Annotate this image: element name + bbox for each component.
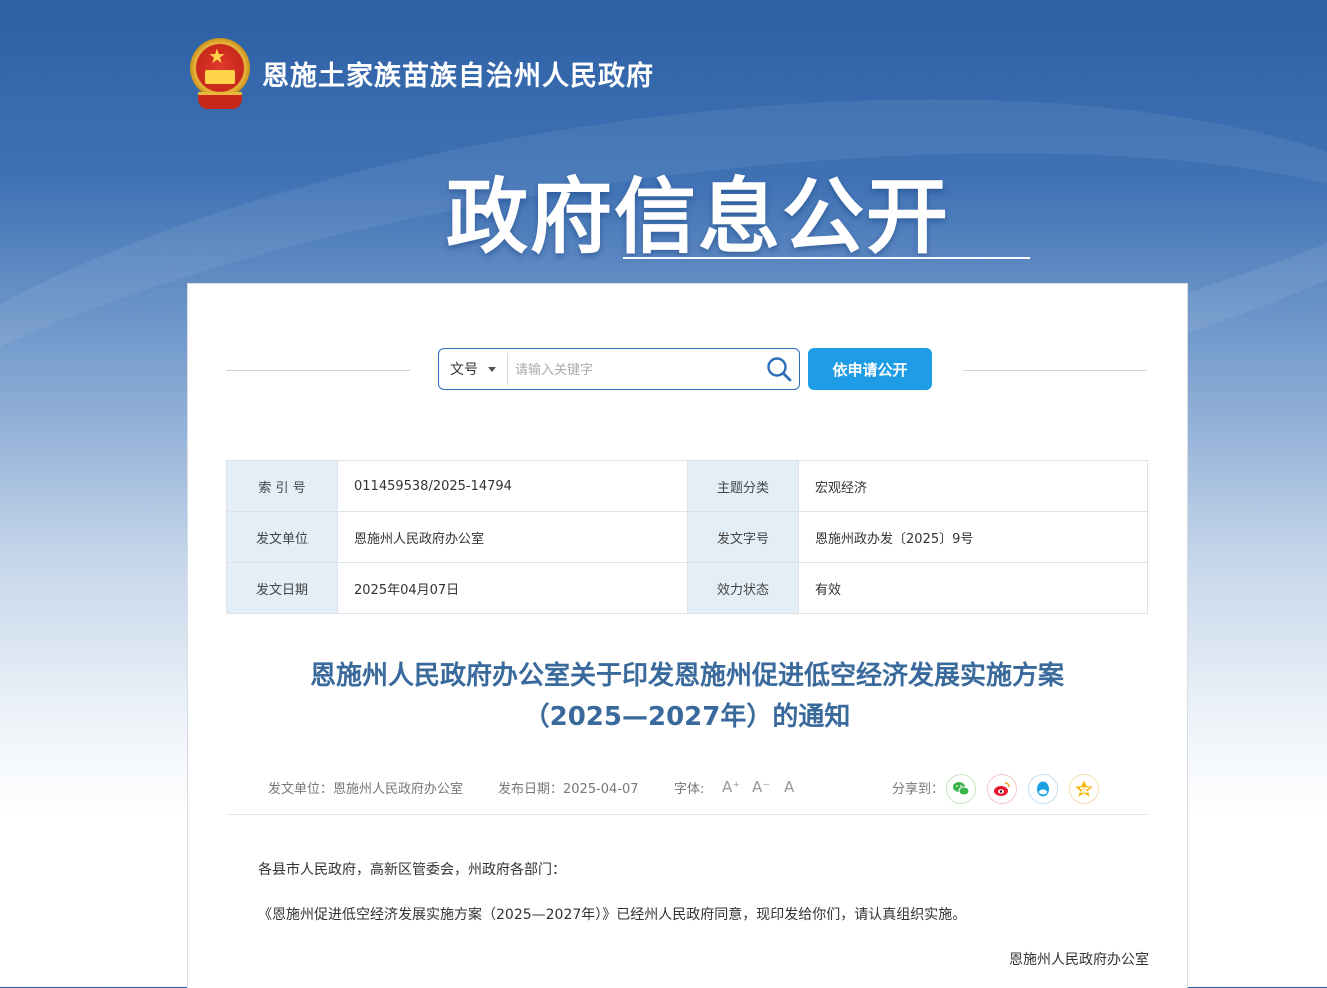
divider	[226, 370, 410, 371]
table-row: 索 引 号 011459538/2025-14794 主题分类 宏观经济	[226, 460, 1148, 512]
title-underline	[623, 257, 1030, 259]
document-meta-table: 索 引 号 011459538/2025-14794 主题分类 宏观经济 发文单…	[226, 460, 1148, 614]
unit-label: 发文单位	[226, 511, 338, 563]
signature: 恩施州人民政府办公室	[1009, 952, 1149, 968]
divider	[963, 370, 1147, 371]
topic-value: 宏观经济	[798, 460, 1148, 512]
font-size-label: 字体:	[674, 782, 705, 797]
docno-label: 发文字号	[687, 511, 799, 563]
date-label: 发文日期	[226, 562, 338, 614]
search-input[interactable]	[513, 354, 757, 386]
national-emblem-icon: ★	[188, 38, 252, 109]
wechat-icon[interactable]	[946, 774, 976, 804]
status-value: 有效	[798, 562, 1148, 614]
search-type-select[interactable]: 文号	[439, 353, 508, 385]
salutation: 各县市人民政府，高新区管委会，州政府各部门：	[258, 862, 566, 878]
topic-label: 主题分类	[687, 460, 799, 512]
date-value: 2025年04月07日	[337, 562, 688, 614]
document-title: 恩施州人民政府办公室关于印发恩施州促进低空经济发展实施方案 （2025—2027…	[226, 656, 1148, 738]
weibo-icon[interactable]	[987, 774, 1017, 804]
apply-disclosure-button[interactable]: 依申请公开	[808, 348, 932, 390]
status-label: 效力状态	[687, 562, 799, 614]
table-row: 发文单位 恩施州人民政府办公室 发文字号 恩施州政办发〔2025〕9号	[226, 511, 1148, 563]
search-icon[interactable]	[765, 355, 793, 383]
index-label: 索 引 号	[226, 460, 338, 512]
section-title: 政府信息公开	[446, 170, 951, 265]
site-name[interactable]: 恩施土家族苗族自治州人民政府	[262, 54, 654, 93]
document-title-line1: 恩施州人民政府办公室关于印发恩施州促进低空经济发展实施方案	[309, 661, 1064, 691]
search-type-label: 文号	[450, 362, 478, 378]
document-info-bar: 发文单位：恩施州人民政府办公室 发布日期：2025-04-07 字体: A⁺ A…	[226, 770, 1148, 815]
table-row: 发文日期 2025年04月07日 效力状态 有效	[226, 562, 1148, 614]
share-label: 分享到：	[892, 782, 945, 797]
info-unit: 发文单位：恩施州人民政府办公室	[268, 782, 464, 797]
docno-value: 恩施州政办发〔2025〕9号	[798, 511, 1148, 563]
document-title-line2: （2025—2027年）的通知	[523, 702, 851, 732]
font-large-button[interactable]: A⁺	[722, 778, 740, 796]
content-panel: 文号 依申请公开 索 引 号 011459538/2025-14794 主题分类…	[187, 283, 1188, 988]
qzone-icon[interactable]	[1069, 774, 1099, 804]
font-reset-button[interactable]: A	[784, 778, 794, 796]
search-bar: 文号 依申请公开	[226, 348, 1148, 392]
site-header: ★ 恩施土家族苗族自治州人民政府	[188, 38, 654, 109]
unit-value: 恩施州人民政府办公室	[337, 511, 688, 563]
chevron-down-icon	[488, 366, 496, 372]
font-small-button[interactable]: A⁻	[752, 778, 770, 796]
qq-icon[interactable]	[1028, 774, 1058, 804]
index-value: 011459538/2025-14794	[337, 460, 688, 512]
body-paragraph: 《恩施州促进低空经济发展实施方案（2025—2027年）》已经州人民政府同意，现…	[258, 907, 967, 923]
search-box: 文号	[438, 348, 800, 390]
info-date: 发布日期：2025-04-07	[498, 782, 639, 797]
